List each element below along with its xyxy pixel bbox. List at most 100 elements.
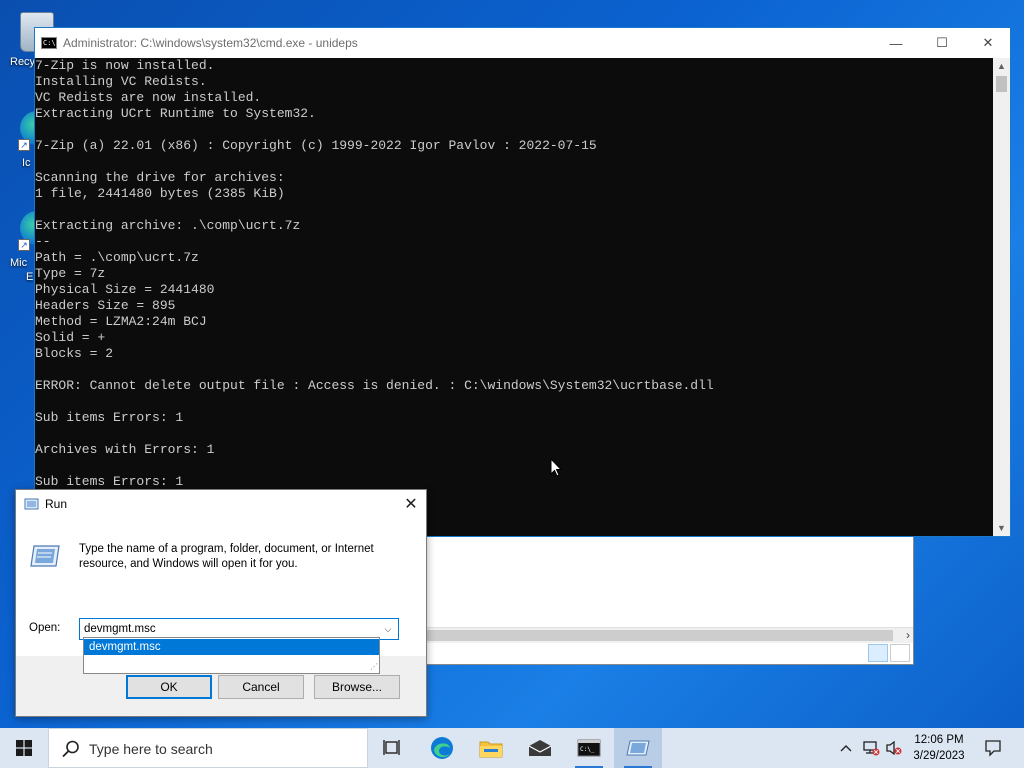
cmd-app-icon: C:\ [41, 37, 57, 49]
console-line: 7-Zip is now installed. [35, 58, 215, 73]
horizontal-scrollbar[interactable]: › [421, 627, 913, 643]
taskbar-edge[interactable] [418, 728, 466, 768]
console-line: Extracting UCrt Runtime to System32. [35, 106, 316, 121]
autocomplete-dropdown[interactable]: devmgmt.msc ⋰ [83, 637, 380, 674]
console-line: Sub items Errors: 1 [35, 410, 184, 425]
console-line: 1 file, 2441480 bytes (2385 KiB) [35, 186, 285, 201]
maximize-button[interactable]: ☐ [919, 28, 965, 58]
console-line: -- [35, 234, 51, 249]
scroll-down-arrow-icon[interactable]: ▼ [993, 520, 1010, 536]
taskbar-run[interactable] [614, 728, 662, 768]
browse-button[interactable]: Browse... [314, 675, 400, 699]
console-line: VC Redists are now installed. [35, 90, 262, 105]
run-description: Type the name of a program, folder, docu… [79, 543, 374, 570]
console-line: Method = LZMA2:24m BCJ [35, 314, 207, 329]
resize-grip-icon[interactable]: ⋰ [368, 662, 378, 672]
window-title: Administrator: C:\windows\system32\cmd.e… [63, 36, 358, 50]
clock-time: 12:06 PM [914, 734, 964, 746]
scroll-up-arrow-icon[interactable]: ▲ [993, 58, 1010, 74]
action-center-button[interactable] [978, 728, 1008, 768]
scrollbar-thumb[interactable] [423, 630, 893, 641]
search-icon [62, 740, 79, 758]
shortcut-arrow-icon: ↗ [18, 239, 30, 251]
console-line: Extracting archive: .\comp\ucrt.7z [35, 218, 301, 233]
large-icons-view-icon[interactable] [890, 644, 910, 662]
taskbar-clock[interactable]: 12:06 PM 3/29/2023 [904, 732, 974, 764]
status-bar [421, 643, 913, 663]
console-line: ERROR: Cannot delete output file : Acces… [35, 378, 714, 393]
desktop-icon-label: E [26, 271, 34, 283]
console-line: 7-Zip (a) 22.01 (x86) : Copyright (c) 19… [35, 138, 597, 153]
run-app-icon [626, 740, 650, 756]
mail-icon [528, 740, 552, 756]
run-app-icon [24, 498, 39, 510]
details-view-icon[interactable] [868, 644, 888, 662]
cmd-window[interactable]: C:\ Administrator: C:\windows\system32\c… [34, 27, 1011, 537]
console-line: Headers Size = 895 [35, 298, 176, 313]
desktop-icon-label: Mic [10, 257, 28, 269]
desktop-icon-label: Ic [22, 157, 31, 169]
minimize-icon: — [889, 35, 903, 51]
cmd-icon: C:\_ [577, 739, 601, 757]
taskbar: Type here to search C:\_ 12:06 PM 3/29/2… [0, 728, 1024, 768]
cancel-button[interactable]: Cancel [218, 675, 304, 699]
close-icon: ✕ [982, 35, 994, 50]
vertical-scrollbar[interactable]: ▲ ▼ [993, 58, 1010, 536]
task-view-button[interactable] [368, 728, 416, 768]
autocomplete-option[interactable]: devmgmt.msc [84, 639, 379, 655]
edge-icon [431, 737, 453, 759]
taskbar-mail[interactable] [516, 728, 564, 768]
desktop-icon-label: Recy [10, 56, 36, 68]
console-output[interactable]: 7-Zip is now installed. Installing VC Re… [35, 58, 993, 536]
console-line: Scanning the drive for archives: [35, 170, 285, 185]
run-program-icon [30, 545, 60, 567]
console-line: Type = 7z [35, 266, 106, 281]
background-window[interactable]: › [420, 537, 914, 665]
console-line: Sub items Errors: 1 [35, 474, 184, 489]
close-icon: ✕ [404, 496, 418, 513]
console-line: Physical Size = 2441480 [35, 282, 215, 297]
minimize-button[interactable]: — [873, 28, 919, 58]
run-title-bar[interactable]: Run ✕ [16, 490, 426, 518]
chevron-down-icon[interactable]: ⌵ [380, 621, 396, 637]
console-line: Path = .\comp\ucrt.7z [35, 250, 199, 265]
notification-icon [985, 740, 1001, 757]
ok-button[interactable]: OK [126, 675, 212, 699]
task-view-icon [383, 740, 400, 755]
open-label: Open: [29, 622, 61, 634]
console-line: Solid = + [35, 330, 106, 345]
close-button[interactable]: ✕ [396, 490, 426, 518]
shortcut-arrow-icon: ↗ [18, 139, 30, 151]
taskbar-cmd[interactable]: C:\_ [565, 728, 613, 768]
scrollbar-thumb[interactable] [996, 76, 1007, 92]
console-line: Archives with Errors: 1 [35, 442, 215, 457]
console-line: Installing VC Redists. [35, 74, 207, 89]
svg-text:C:\_: C:\_ [580, 746, 595, 753]
cmd-title-bar[interactable]: C:\ Administrator: C:\windows\system32\c… [35, 28, 1010, 58]
search-placeholder: Type here to search [89, 741, 213, 757]
network-icon [863, 741, 880, 756]
close-button[interactable]: ✕ [965, 28, 1011, 58]
taskbar-search-box[interactable]: Type here to search [48, 728, 368, 768]
maximize-icon: ☐ [936, 35, 948, 50]
clock-date: 3/29/2023 [913, 750, 965, 762]
scroll-right-arrow-icon[interactable]: › [906, 628, 910, 642]
volume-tray-button[interactable] [884, 728, 904, 768]
chevron-up-icon [840, 745, 852, 752]
open-input[interactable] [84, 621, 374, 637]
run-dialog[interactable]: Run ✕ Type the name of a program, folder… [15, 489, 427, 717]
volume-muted-icon [886, 740, 902, 756]
dialog-title: Run [45, 497, 68, 511]
windows-logo-icon [16, 740, 32, 756]
taskbar-file-explorer[interactable] [467, 728, 515, 768]
start-button[interactable] [0, 728, 48, 768]
show-hidden-icons-button[interactable] [836, 728, 856, 768]
network-tray-button[interactable] [860, 728, 882, 768]
